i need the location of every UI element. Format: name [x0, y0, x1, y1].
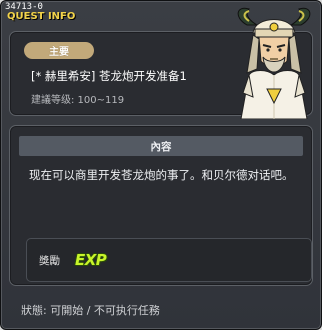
quest-description: 现在可以商里开发苍龙炮的事了。和贝尔德对话吧。	[29, 168, 294, 182]
content-header: 內容	[19, 136, 303, 156]
reward-label: 獎勵	[39, 255, 60, 267]
quest-info-window: 34713-0 QUEST INFO 主要 [* 赫里希安] 苍龙炮开发准备1 …	[0, 0, 322, 330]
npc-portrait-icon	[227, 3, 321, 120]
exp-icon[interactable]: EXP	[75, 248, 119, 272]
quest-type-tag: 主要	[24, 42, 94, 59]
quest-name: [* 赫里希安] 苍龙炮开发准备1	[31, 69, 187, 83]
recommended-level: 建議等级: 100~119	[31, 95, 125, 106]
quest-content-panel: 內容 现在可以商里开发苍龙炮的事了。和贝尔德对话吧。 獎勵 EXP	[9, 125, 313, 286]
window-title: QUEST INFO	[7, 11, 76, 22]
reward-box: 獎勵 EXP	[26, 238, 312, 282]
quest-status: 狀態: 可開始 / 不可执行任務	[21, 304, 160, 317]
